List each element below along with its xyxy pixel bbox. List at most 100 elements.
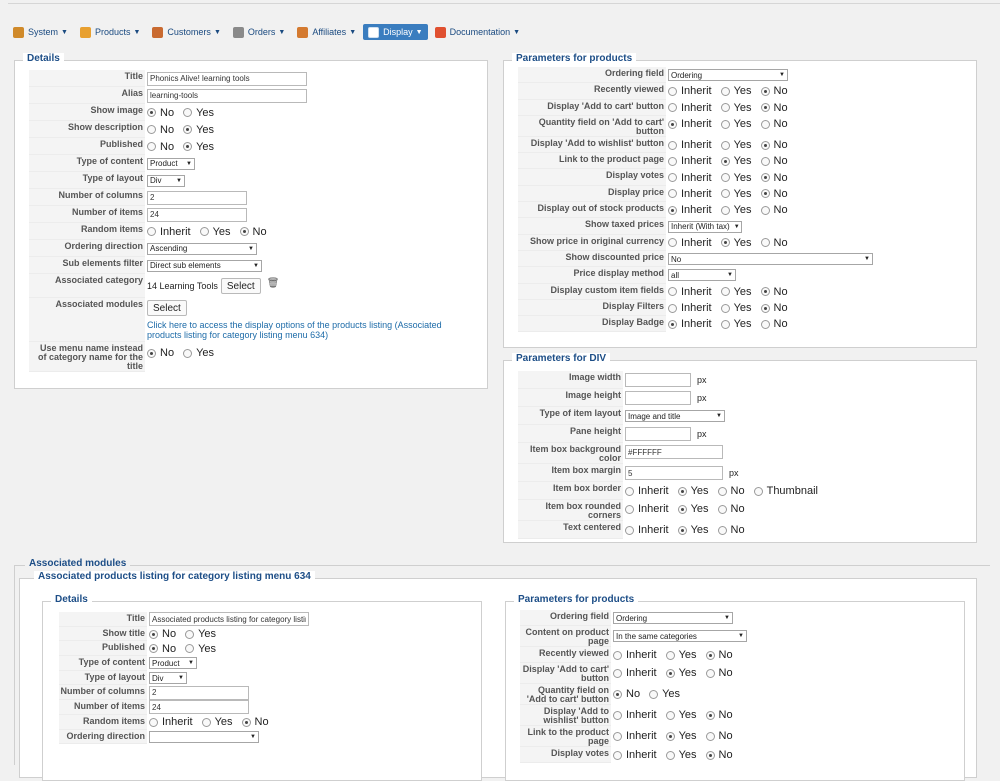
assoc-params-quantity-field-on-add-to-cart-button-radio-yes[interactable] bbox=[649, 689, 659, 699]
menu-orders[interactable]: Orders ▼ bbox=[228, 24, 290, 40]
details-select-modules-button[interactable]: Select bbox=[147, 300, 187, 316]
assoc-params-display-votes-radio-yes[interactable] bbox=[665, 750, 675, 760]
params-display-custom-item-fields-radio-no[interactable] bbox=[760, 287, 770, 297]
params-link-to-the-product-page-option-no[interactable]: No bbox=[774, 155, 788, 167]
assoc-params-display-votes-option-yes[interactable]: Yes bbox=[679, 749, 697, 761]
params-display-out-of-stock-products-option-no[interactable]: No bbox=[774, 204, 788, 216]
details-published-radio-yes[interactable] bbox=[183, 142, 193, 151]
params-display-out-of-stock-products-radio-yes[interactable] bbox=[720, 205, 730, 215]
params-display-badge-option-yes[interactable]: Yes bbox=[734, 318, 752, 330]
div-item-box-border-radio-thumbnail[interactable] bbox=[753, 486, 763, 496]
details-random-items-radio-inherit[interactable] bbox=[147, 227, 156, 236]
menu-display[interactable]: Display ▼ bbox=[363, 24, 428, 40]
assoc-params-display-add-to-cart-button-option-yes[interactable]: Yes bbox=[679, 667, 697, 679]
menu-products[interactable]: Products ▼ bbox=[75, 24, 145, 40]
params-link-to-the-product-page-option-yes[interactable]: Yes bbox=[734, 155, 752, 167]
params-link-to-the-product-page-option-inherit[interactable]: Inherit bbox=[681, 155, 712, 167]
details-show-image-radio-yes[interactable] bbox=[183, 108, 193, 117]
params-display-price-radio-yes[interactable] bbox=[720, 189, 730, 199]
assoc-details-published-radio-yes[interactable] bbox=[185, 644, 195, 654]
params-display-price-option-yes[interactable]: Yes bbox=[734, 188, 752, 200]
details-use-menu-name-instead-of-category-name-for-the-title-option-no[interactable]: No bbox=[160, 347, 174, 359]
details-show-description-option-no[interactable]: No bbox=[160, 124, 174, 136]
assoc-params-display-add-to-wishlist-button-option-inherit[interactable]: Inherit bbox=[626, 709, 657, 721]
params-recently-viewed-option-no[interactable]: No bbox=[774, 85, 788, 97]
details-random-items-option-no[interactable]: No bbox=[253, 226, 267, 238]
params-display-add-to-wishlist-button-radio-inherit[interactable] bbox=[668, 140, 677, 150]
params-display-filters-radio-no[interactable] bbox=[760, 303, 770, 313]
menu-customers[interactable]: Customers ▼ bbox=[147, 24, 225, 40]
details-use-menu-name-instead-of-category-name-for-the-title-radio-yes[interactable] bbox=[183, 348, 193, 358]
params-display-filters-radio-inherit[interactable] bbox=[668, 303, 677, 313]
assoc-params-display-add-to-cart-button-option-no[interactable]: No bbox=[719, 667, 733, 679]
div-item-box-border-option-inherit[interactable]: Inherit bbox=[638, 485, 669, 497]
div-item-box-border-option-yes[interactable]: Yes bbox=[691, 485, 709, 497]
details-sub-elements-filter-select[interactable]: Direct sub elements ▼ bbox=[147, 259, 262, 272]
params-quantity-field-on-add-to-cart-button-option-inherit[interactable]: Inherit bbox=[681, 118, 712, 130]
params-display-badge-option-inherit[interactable]: Inherit bbox=[681, 318, 712, 330]
details-select-category-button[interactable]: Select bbox=[220, 278, 261, 294]
menu-system[interactable]: System ▼ bbox=[8, 24, 73, 40]
params-display-custom-item-fields-option-inherit[interactable]: Inherit bbox=[681, 286, 712, 298]
params-show-price-in-original-currency-option-no[interactable]: No bbox=[774, 237, 788, 249]
div-text-centered-option-yes[interactable]: Yes bbox=[691, 524, 709, 536]
details-random-items-option-yes[interactable]: Yes bbox=[213, 226, 231, 238]
details-random-items-option-inherit[interactable]: Inherit bbox=[160, 226, 191, 238]
div-text-centered-option-inherit[interactable]: Inherit bbox=[638, 524, 669, 536]
params-show-price-in-original-currency-radio-no[interactable] bbox=[760, 238, 770, 248]
params-display-custom-item-fields-option-no[interactable]: No bbox=[774, 286, 788, 298]
div-text-centered-radio-no[interactable] bbox=[717, 525, 727, 535]
params-display-add-to-cart-button-radio-inherit[interactable] bbox=[668, 103, 677, 113]
div-item-box-border-radio-inherit[interactable] bbox=[625, 486, 634, 496]
params-quantity-field-on-add-to-cart-button-option-yes[interactable]: Yes bbox=[734, 118, 752, 130]
div-item-box-margin-input[interactable] bbox=[625, 466, 723, 480]
div-item-box-border-radio-no[interactable] bbox=[717, 486, 727, 496]
params-recently-viewed-radio-inherit[interactable] bbox=[668, 86, 677, 96]
div-item-box-border-radio-yes[interactable] bbox=[677, 486, 687, 496]
assoc-details-published-option-no[interactable]: No bbox=[162, 643, 176, 655]
params-display-price-radio-no[interactable] bbox=[760, 189, 770, 199]
assoc-details-ordering-direction-select[interactable]: ▼ bbox=[149, 730, 259, 743]
assoc-params-display-add-to-wishlist-button-option-no[interactable]: No bbox=[719, 709, 733, 721]
div-text-centered-radio-inherit[interactable] bbox=[625, 525, 634, 535]
params-display-price-radio-inherit[interactable] bbox=[668, 189, 677, 199]
params-display-add-to-wishlist-button-option-inherit[interactable]: Inherit bbox=[681, 139, 712, 151]
assoc-params-link-to-the-product-page-radio-no[interactable] bbox=[705, 731, 715, 741]
params-display-badge-radio-inherit[interactable] bbox=[668, 319, 677, 329]
details-ordering-direction-select[interactable]: Ascending ▼ bbox=[147, 242, 257, 255]
params-show-price-in-original-currency-option-inherit[interactable]: Inherit bbox=[681, 237, 712, 249]
details-random-items-radio-no[interactable] bbox=[239, 227, 249, 236]
params-display-custom-item-fields-radio-inherit[interactable] bbox=[668, 287, 677, 297]
assoc-params-link-to-the-product-page-option-inherit[interactable]: Inherit bbox=[626, 730, 657, 742]
params-display-votes-radio-yes[interactable] bbox=[720, 173, 730, 183]
assoc-params-recently-viewed-radio-no[interactable] bbox=[705, 650, 715, 660]
params-ordering-field-select[interactable]: Ordering ▼ bbox=[668, 69, 788, 82]
params-recently-viewed-radio-yes[interactable] bbox=[720, 86, 730, 96]
params-display-out-of-stock-products-option-yes[interactable]: Yes bbox=[734, 204, 752, 216]
params-display-add-to-wishlist-button-option-yes[interactable]: Yes bbox=[734, 139, 752, 151]
params-display-add-to-wishlist-button-option-no[interactable]: No bbox=[774, 139, 788, 151]
div-item-box-border-option-no[interactable]: No bbox=[731, 485, 745, 497]
params-display-out-of-stock-products-radio-no[interactable] bbox=[760, 205, 770, 215]
assoc-details-random-items-option-yes[interactable]: Yes bbox=[215, 716, 233, 728]
params-link-to-the-product-page-radio-no[interactable] bbox=[760, 156, 770, 166]
params-display-filters-option-yes[interactable]: Yes bbox=[734, 302, 752, 314]
params-display-votes-radio-no[interactable] bbox=[760, 173, 770, 183]
assoc-details-published-option-yes[interactable]: Yes bbox=[198, 643, 216, 655]
params-display-price-option-no[interactable]: No bbox=[774, 188, 788, 200]
params-quantity-field-on-add-to-cart-button-radio-no[interactable] bbox=[760, 119, 770, 129]
params-quantity-field-on-add-to-cart-button-option-no[interactable]: No bbox=[774, 118, 788, 130]
details-random-items-radio-yes[interactable] bbox=[199, 227, 209, 236]
details-show-description-radio-yes[interactable] bbox=[183, 125, 193, 134]
params-display-votes-radio-inherit[interactable] bbox=[668, 173, 677, 183]
details-title-input[interactable] bbox=[147, 71, 307, 86]
div-item-box-rounded-corners-option-inherit[interactable]: Inherit bbox=[638, 503, 669, 515]
params-price-display-method-select[interactable]: all ▼ bbox=[668, 269, 736, 282]
assoc-params-link-to-the-product-page-option-no[interactable]: No bbox=[719, 730, 733, 742]
assoc-params-display-add-to-wishlist-button-radio-inherit[interactable] bbox=[613, 710, 622, 720]
assoc-params-link-to-the-product-page-option-yes[interactable]: Yes bbox=[679, 730, 697, 742]
assoc-params-display-add-to-wishlist-button-option-yes[interactable]: Yes bbox=[679, 709, 697, 721]
params-show-price-in-original-currency-radio-inherit[interactable] bbox=[668, 238, 677, 248]
params-display-add-to-cart-button-radio-yes[interactable] bbox=[720, 103, 730, 113]
params-display-custom-item-fields-option-yes[interactable]: Yes bbox=[734, 286, 752, 298]
